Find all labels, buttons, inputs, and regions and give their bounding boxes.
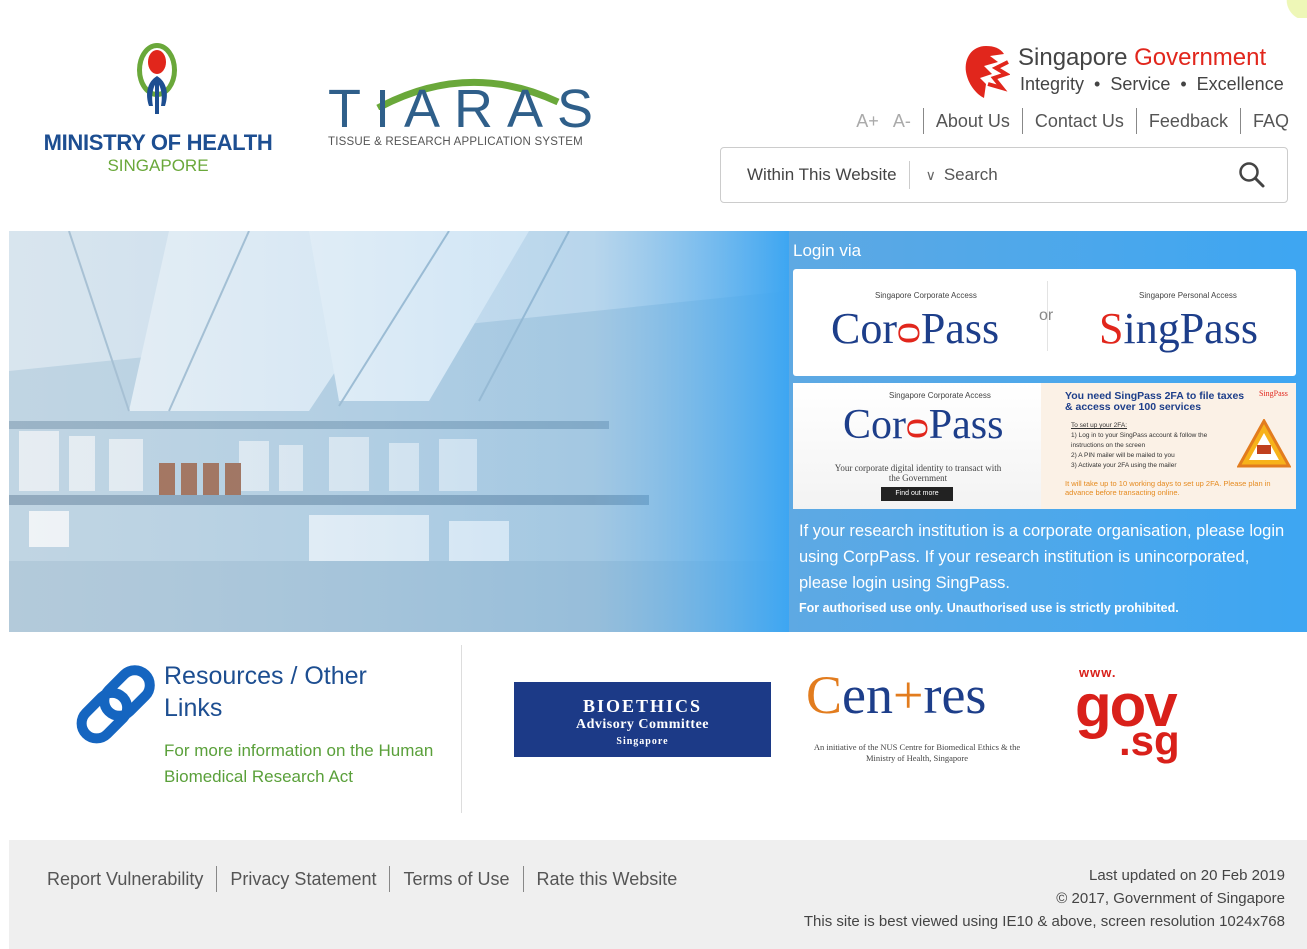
last-updated: Last updated on 20 Feb 2019 [1089, 867, 1285, 884]
laboratory-image [9, 231, 789, 632]
about-us-link[interactable]: About Us [936, 111, 1010, 132]
moh-subtitle: SINGAPORE [107, 156, 209, 175]
centres-word-c: + [893, 665, 924, 725]
browser-note: This site is best viewed using IE10 & ab… [803, 913, 1285, 930]
singpass-2fa-ad[interactable]: You need SingPass 2FA to file taxes & ac… [1041, 383, 1296, 509]
tiaras-logo[interactable]: TIARAS TISSUE & RESEARCH APPLICATION SYS… [328, 70, 598, 160]
search-icon [1239, 162, 1265, 188]
person-icon: ᴑ [897, 304, 921, 353]
search-scope-select[interactable]: Within This Website [721, 165, 909, 185]
corppass-logo: CorᴑPass [831, 303, 999, 354]
moh-emblem-icon [137, 43, 177, 114]
hbra-link[interactable]: For more information on the Human Biomed… [164, 738, 454, 790]
centres-word-d: res [923, 665, 987, 725]
divider [216, 866, 218, 892]
feedback-link[interactable]: Feedback [1149, 111, 1228, 132]
bac-line3: Singapore [616, 736, 669, 747]
tiaras-subtitle: TISSUE & RESEARCH APPLICATION SYSTEM [328, 136, 583, 148]
font-increase-button[interactable]: A+ [856, 111, 879, 132]
utility-nav: A+ A- About Us Contact Us Feedback FAQ [856, 108, 1289, 134]
footer: Report Vulnerability Privacy Statement T… [9, 840, 1307, 949]
corppass-ad[interactable]: Singapore Corporate Access CorᴑPass Your… [793, 383, 1041, 509]
singpass-word-b: ingPass [1123, 304, 1258, 353]
divider [389, 866, 391, 892]
corppass-word-a: Cor [831, 304, 897, 353]
divider [1021, 108, 1023, 134]
ad-corppass-word-a: Cor [843, 402, 906, 448]
link-chain-icon[interactable] [70, 660, 160, 750]
ad-corppass-caption: Singapore Corporate Access [889, 391, 991, 400]
bac-line1: BIOETHICS [582, 696, 703, 716]
person-icon: ᴑ [906, 402, 929, 448]
gov-sg-logo[interactable]: www. gov .sg [1075, 665, 1195, 775]
search-bar: Within This Website ∨ [720, 147, 1288, 203]
ad-singpass-warning: It will take up to 10 working days to se… [1065, 479, 1271, 497]
terms-of-use-link[interactable]: Terms of Use [403, 869, 509, 890]
ad-corppass-logo: CorᴑPass [843, 401, 1003, 449]
login-options-card: Singapore Corporate Access CorᴑPass or S… [793, 269, 1296, 376]
privacy-statement-link[interactable]: Privacy Statement [230, 869, 376, 890]
gov-title-b: Government [1134, 44, 1267, 71]
corppass-login-button[interactable]: Singapore Corporate Access CorᴑPass [815, 287, 1015, 367]
ad-step: 2) A PIN mailer will be mailed to you [1071, 452, 1175, 459]
footer-links: Report Vulnerability Privacy Statement T… [47, 866, 677, 892]
rate-website-link[interactable]: Rate this Website [537, 869, 678, 890]
copyright: © 2017, Government of Singapore [1056, 890, 1285, 907]
corppass-word-b: Pass [920, 304, 1000, 353]
singpass-logo: SingPass [1099, 303, 1258, 354]
singpass-login-button[interactable]: Singapore Personal Access SingPass [1083, 287, 1283, 367]
divider [1135, 108, 1137, 134]
bac-line2: Advisory Committee [575, 717, 710, 732]
gov-title: Singapore Government [1018, 44, 1266, 72]
divider [922, 108, 924, 134]
centres-wordmark: Cen+res [806, 664, 986, 726]
centres-word-b: en [842, 665, 893, 725]
lion-head-icon [965, 46, 1010, 98]
singpass-word-a: S [1099, 304, 1124, 353]
divider [908, 161, 910, 189]
bioethics-advisory-committee-logo[interactable]: BIOETHICS Advisory Committee Singapore [514, 682, 771, 757]
centres-logo[interactable]: Cen+res An initiative of the NUS Centre … [802, 664, 1032, 774]
ad-singpass-steps: To set up your 2FA: 1) Log in to your Si… [1071, 421, 1221, 471]
corppass-caption: Singapore Corporate Access [875, 291, 977, 300]
ad-singpass-logo: SingPass [1259, 389, 1288, 398]
singapore-government-brand[interactable]: Singapore Government Integrity • Service… [962, 44, 1290, 104]
authorised-use-warning: For authorised use only. Unauthorised us… [799, 601, 1179, 615]
ad-singpass-title: You need SingPass 2FA to file taxes & ac… [1065, 390, 1245, 413]
centres-word-a: C [806, 665, 843, 725]
faq-link[interactable]: FAQ [1253, 111, 1289, 132]
footer-info: Last updated on 20 Feb 2019 © 2017, Gove… [804, 864, 1285, 933]
report-vulnerability-link[interactable]: Report Vulnerability [47, 869, 203, 890]
divider [461, 645, 462, 813]
find-out-more-button[interactable]: Find out more [881, 487, 953, 501]
ad-corppass-word-b: Pass [928, 402, 1004, 448]
corner-decoration [1279, 0, 1307, 18]
ad-step: 1) Log in to your SingPass account & fol… [1071, 432, 1208, 449]
tiaras-wordmark: TIARAS [328, 79, 608, 139]
resources-title[interactable]: Resources / Other Links [164, 660, 424, 724]
resources-section: Resources / Other Links For more informa… [70, 660, 450, 800]
gov-title-a: Singapore [1018, 44, 1135, 71]
gov-tagline: Integrity • Service • Excellence [1020, 74, 1284, 94]
divider [1239, 108, 1241, 134]
or-label: or [1039, 307, 1054, 324]
singpass-caption: Singapore Personal Access [1139, 291, 1237, 300]
contact-us-link[interactable]: Contact Us [1035, 111, 1124, 132]
hero-banner: Login via Singapore Corporate Access Cor… [9, 231, 1307, 632]
ad-step: 3) Activate your 2FA using the mailer [1071, 462, 1177, 469]
moh-title: MINISTRY OF HEALTH [43, 130, 273, 155]
font-decrease-button[interactable]: A- [893, 111, 911, 132]
ad-corppass-tagline: Your corporate digital identity to trans… [834, 463, 1002, 483]
govsg-sg: .sg [1119, 717, 1180, 764]
login-via-label: Login via [793, 241, 862, 260]
divider [522, 866, 524, 892]
centres-subtitle: An initiative of the NUS Centre for Biom… [813, 742, 1021, 763]
warning-icon [1237, 419, 1291, 468]
moh-logo[interactable]: MINISTRY OF HEALTH SINGAPORE [40, 42, 276, 182]
ad-step: To set up your 2FA: [1071, 422, 1128, 429]
search-button[interactable] [1227, 155, 1277, 195]
chevron-down-icon[interactable]: ∨ [926, 167, 936, 184]
login-instructions: If your research institution is a corpor… [799, 522, 1285, 592]
search-input[interactable] [935, 164, 1227, 186]
